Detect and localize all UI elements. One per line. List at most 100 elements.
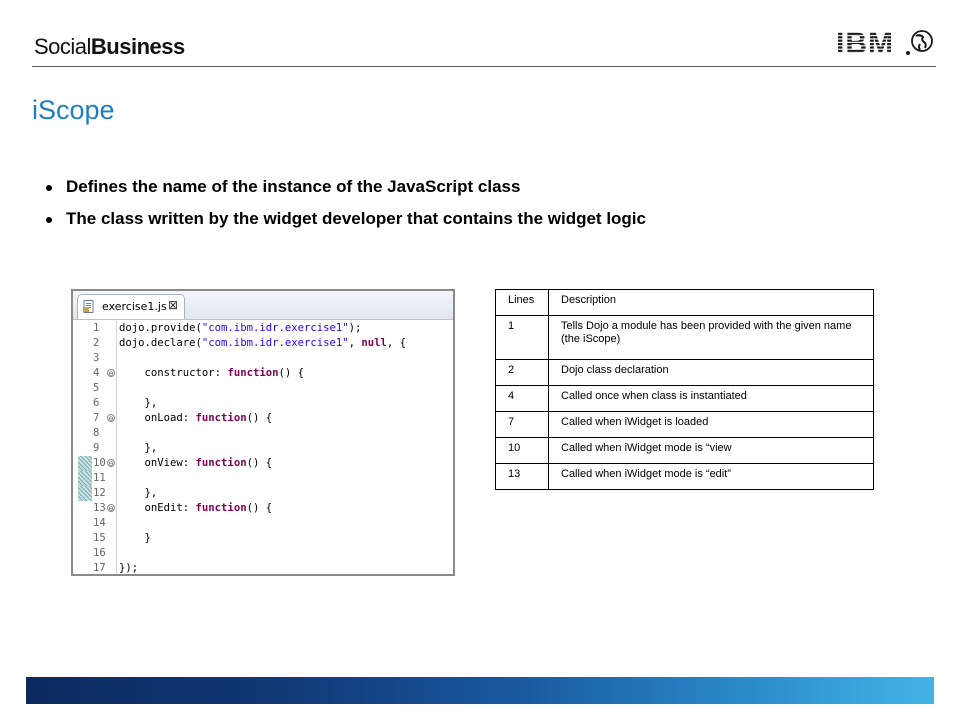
line-number: 14 [93, 517, 106, 529]
js-file-icon [83, 300, 94, 313]
code-line: 9 }, [73, 441, 453, 456]
code-line: 8 [73, 426, 453, 441]
line-number: 5 [93, 382, 100, 394]
table-row: 13 Called when iWidget mode is “edit” [495, 463, 874, 490]
table-header-row: Lines Description [495, 289, 874, 316]
bullet-dot-icon [46, 185, 52, 191]
bullet-item: The class written by the widget develope… [46, 208, 646, 240]
table-row: 10 Called when iWidget mode is “view [495, 437, 874, 464]
line-number: 11 [93, 472, 106, 484]
code-editor: exercise1.js ⊠ 1 dojo.provide("com.ibm.id… [71, 289, 455, 576]
cell-line: 7 [495, 411, 549, 438]
line-number: 7 [93, 412, 100, 424]
footer-gradient-bar [26, 677, 934, 704]
fold-collapse-icon[interactable]: ⊖ [107, 414, 115, 423]
table-row: 4 Called once when class is instantiated [495, 385, 874, 412]
editor-tab-bar: exercise1.js ⊠ [73, 291, 453, 320]
line-number: 16 [93, 547, 106, 559]
editor-tab-exercise1[interactable]: exercise1.js ⊠ [77, 294, 185, 319]
header-divider [32, 66, 936, 67]
code-text: onView: function() { [119, 457, 273, 469]
code-text: onLoad: function() { [119, 412, 273, 424]
cell-line: 1 [495, 315, 549, 360]
code-line: 13 ⊖ onEdit: function() { [73, 501, 453, 516]
code-line: 2 dojo.declare("com.ibm.idr.exercise1", n… [73, 336, 453, 351]
cell-line: 10 [495, 437, 549, 464]
line-number: 9 [93, 442, 100, 454]
cell-line: 4 [495, 385, 549, 412]
code-line: 4 ⊖ constructor: function() { [73, 366, 453, 381]
bullet-dot-icon [46, 217, 52, 223]
brand-social: Social [34, 34, 91, 59]
change-marker [78, 456, 92, 471]
bullet-text: The class written by the widget develope… [66, 209, 646, 228]
code-line: 3 [73, 351, 453, 366]
slide-title: iScope [32, 95, 115, 125]
code-text: dojo.declare("com.ibm.idr.exercise1", nu… [119, 337, 407, 349]
code-text: }); [119, 562, 139, 574]
code-line: 11 [73, 471, 453, 486]
change-marker [78, 441, 92, 456]
code-line: 15 } [73, 531, 453, 546]
change-marker [78, 471, 92, 486]
code-line: 17}); [73, 561, 453, 574]
brand-wordmark: SocialBusiness [34, 34, 185, 60]
bullet-list: Defines the name of the instance of the … [46, 176, 646, 240]
code-line: 6 }, [73, 396, 453, 411]
code-text: constructor: function() { [119, 367, 304, 379]
line-number: 4 [93, 367, 100, 379]
code-line: 1 dojo.provide("com.ibm.idr.exercise1"); [73, 321, 453, 336]
change-marker [78, 516, 92, 531]
line-number: 3 [93, 352, 100, 364]
code-text: }, [119, 442, 158, 454]
line-number: 17 [93, 562, 106, 574]
lines-description-table: Lines Description 1 Tells Dojo a module … [495, 289, 874, 490]
close-icon[interactable]: ⊠ [168, 298, 178, 312]
line-number: 13 [93, 502, 106, 514]
bullet-text: Defines the name of the instance of the … [66, 177, 521, 196]
cell-line: 13 [495, 463, 549, 490]
ibm-logo-text: IBM [836, 27, 894, 60]
bullet-item: Defines the name of the instance of the … [46, 176, 646, 208]
code-line: 16 [73, 546, 453, 561]
change-marker [78, 426, 92, 441]
change-marker [78, 366, 92, 381]
change-marker [78, 486, 92, 501]
line-number: 10 [93, 457, 106, 469]
line-number: 15 [93, 532, 106, 544]
code-line: 10 ⊖ onView: function() { [73, 456, 453, 471]
code-text: }, [119, 397, 158, 409]
line-number: 12 [93, 487, 106, 499]
line-number: 6 [93, 397, 100, 409]
cell-description: Called once when class is instantiated [548, 385, 874, 412]
code-line: 7 ⊖ onLoad: function() { [73, 411, 453, 426]
change-marker [78, 351, 92, 366]
cell-description: Called when iWidget mode is “view [548, 437, 874, 464]
line-number: 8 [93, 427, 100, 439]
column-header-lines: Lines [495, 289, 549, 316]
change-marker [78, 561, 92, 574]
cell-description: Called when iWidget is loaded [548, 411, 874, 438]
change-marker [78, 501, 92, 516]
code-text: dojo.provide("com.ibm.idr.exercise1"); [119, 322, 362, 334]
code-line: 14 [73, 516, 453, 531]
table-row: 7 Called when iWidget is loaded [495, 411, 874, 438]
editor-tab-label: exercise1.js [102, 300, 167, 313]
change-marker [78, 396, 92, 411]
change-marker [78, 336, 92, 351]
change-marker [78, 321, 92, 336]
fold-collapse-icon[interactable]: ⊖ [107, 459, 115, 468]
change-marker [78, 381, 92, 396]
code-line: 12 }, [73, 486, 453, 501]
change-marker [78, 546, 92, 561]
fold-collapse-icon[interactable]: ⊖ [107, 369, 115, 378]
column-header-description: Description [548, 289, 874, 316]
fold-collapse-icon[interactable]: ⊖ [107, 504, 115, 513]
cell-description: Called when iWidget mode is “edit” [548, 463, 874, 490]
cell-description: Tells Dojo a module has been provided wi… [548, 315, 874, 360]
code-text: onEdit: function() { [119, 502, 273, 514]
line-number: 1 [93, 322, 100, 334]
table-row: 2 Dojo class declaration [495, 359, 874, 386]
code-area[interactable]: 1 dojo.provide("com.ibm.idr.exercise1"); … [73, 321, 453, 574]
cell-description: Dojo class declaration [548, 359, 874, 386]
